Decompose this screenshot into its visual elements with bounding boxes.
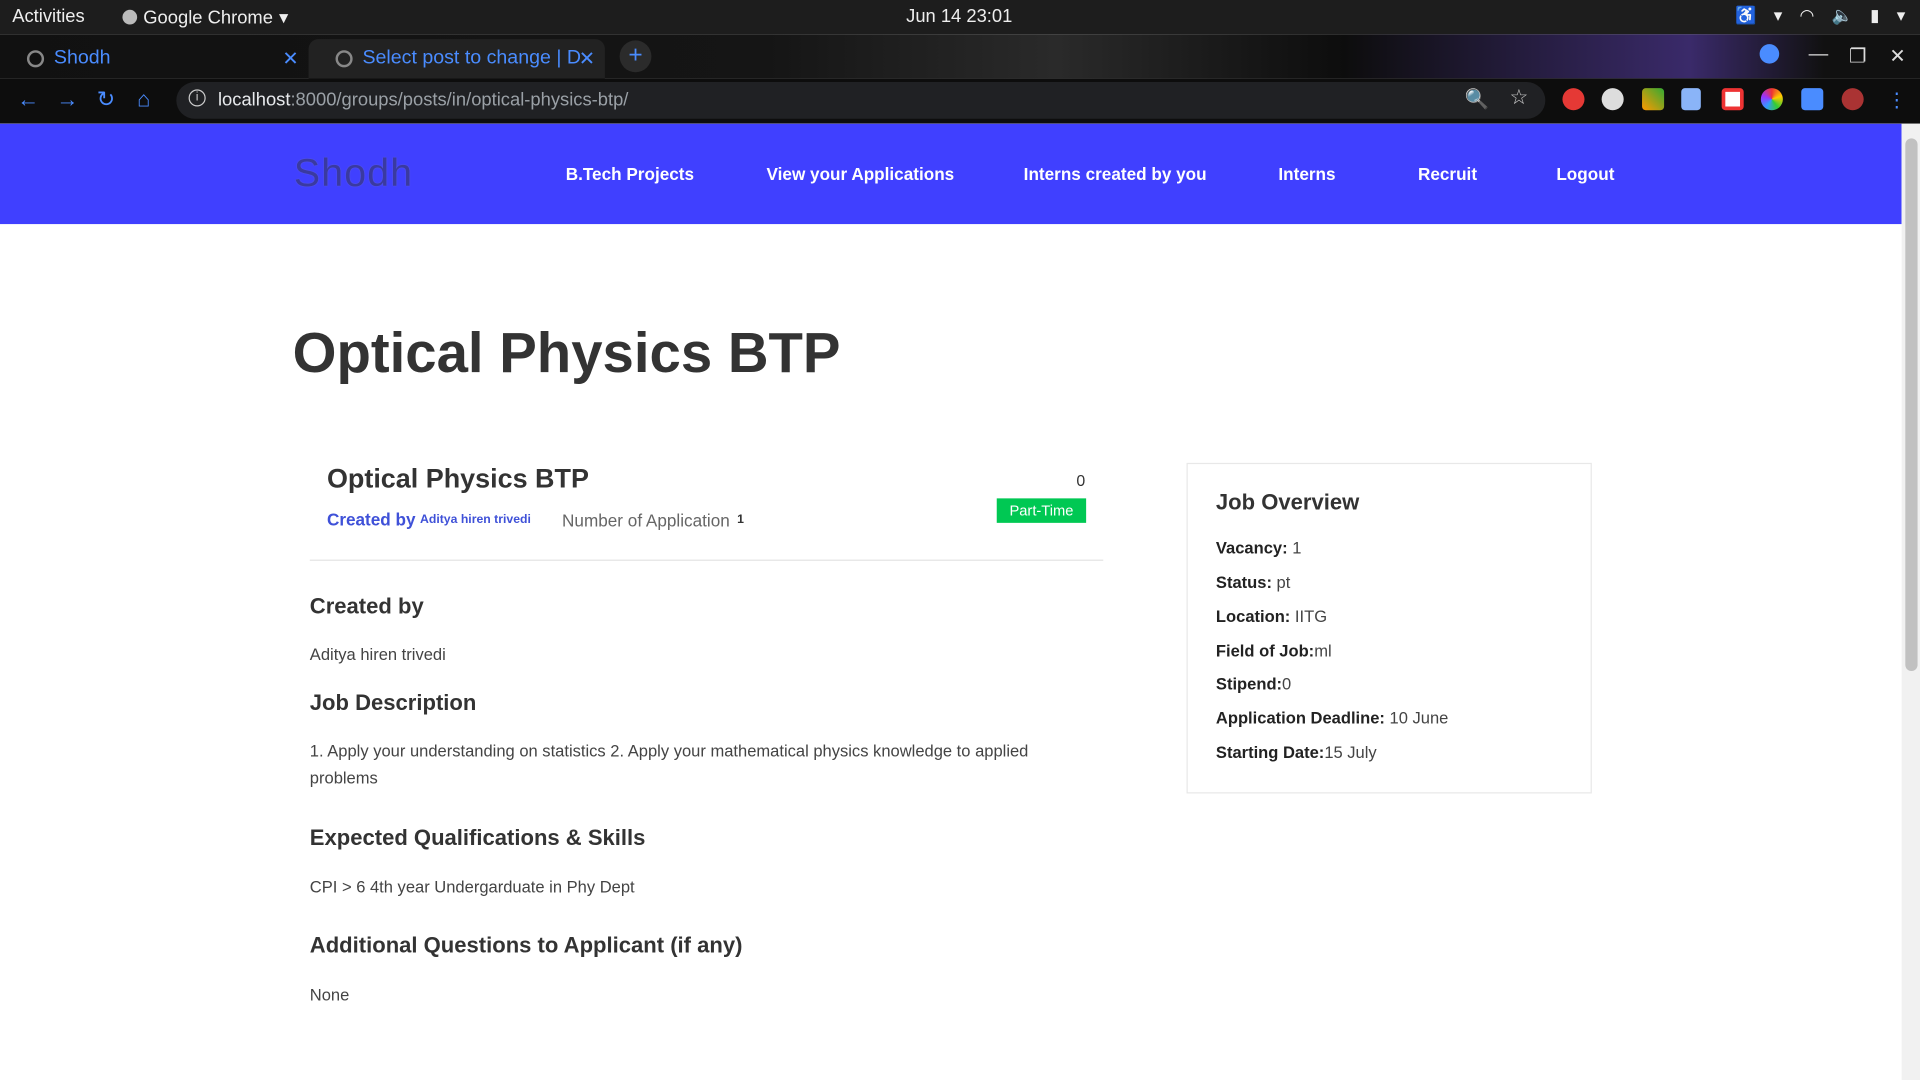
browser-toolbar: ← → ↻ ⌂ i localhost:8000/groups/posts/in… bbox=[0, 78, 1920, 124]
nav-logout[interactable]: Logout bbox=[1556, 164, 1614, 184]
overview-row-start-date: Starting Date:15 July bbox=[1215, 743, 1377, 762]
url-text[interactable]: localhost:8000/groups/posts/in/optical-p… bbox=[218, 89, 628, 110]
nav-interns-created[interactable]: Interns created by you bbox=[1024, 164, 1207, 184]
section-body-qualifications: CPI > 6 4th year Undergarduate in Phy De… bbox=[309, 877, 635, 897]
site-navbar: Shodh B.Tech Projects View your Applicat… bbox=[0, 123, 1902, 225]
system-top-bar: Activities Google Chrome ▾ Jun 14 23:01 … bbox=[0, 0, 1920, 35]
section-body-created-by: Aditya hiren trivedi bbox=[309, 645, 446, 664]
bookmark-star-icon[interactable]: ☆ bbox=[1510, 86, 1529, 110]
overview-row-field: Field of Job:ml bbox=[1215, 641, 1332, 661]
close-window-icon[interactable]: ✕ bbox=[1889, 44, 1905, 68]
forward-icon[interactable]: → bbox=[56, 87, 78, 113]
minimize-icon[interactable]: — bbox=[1809, 44, 1829, 66]
clock[interactable]: Jun 14 23:01 bbox=[906, 6, 1012, 27]
app-menu-label: Google Chrome bbox=[143, 6, 273, 28]
extension-chart-icon[interactable] bbox=[1681, 88, 1701, 111]
globe-icon bbox=[26, 50, 45, 68]
globe-icon bbox=[335, 50, 353, 68]
kebab-menu-icon[interactable]: ⋮ bbox=[1887, 88, 1907, 112]
section-heading-additional-questions: Additional Questions to Applicant (if an… bbox=[309, 933, 743, 958]
section-heading-qualifications: Expected Qualifications & Skills bbox=[309, 825, 646, 850]
system-tray[interactable]: ♿ ▾ ◠ 🔈 ▮ ▾ bbox=[1735, 5, 1905, 26]
page-content: Shodh B.Tech Projects View your Applicat… bbox=[0, 123, 1902, 1080]
nav-interns[interactable]: Interns bbox=[1278, 164, 1335, 184]
accessibility-icon[interactable]: ♿ bbox=[1735, 5, 1756, 26]
tab-label: Shodh bbox=[53, 47, 111, 69]
overview-row-vacancy: Vacancy: 1 bbox=[1215, 538, 1302, 558]
extension-adblock-icon[interactable] bbox=[1562, 88, 1585, 111]
app-menu[interactable]: Google Chrome ▾ bbox=[122, 6, 288, 28]
page-title: Optical Physics BTP bbox=[292, 320, 841, 385]
tab-shodh[interactable]: Shodh ✕ bbox=[0, 39, 309, 78]
num-applications-label: Number of Application bbox=[562, 510, 730, 531]
job-title: Optical Physics BTP bbox=[326, 462, 589, 494]
overview-row-deadline: Application Deadline: 10 June bbox=[1215, 708, 1449, 728]
zoom-icon[interactable]: 🔍 bbox=[1465, 87, 1489, 111]
page-scrollbar[interactable] bbox=[1901, 123, 1920, 1080]
job-summary-card: Optical Physics BTP Created by Aditya hi… bbox=[309, 448, 1104, 561]
num-applications-value: 1 bbox=[737, 513, 744, 527]
scrollbar-thumb[interactable] bbox=[1905, 138, 1918, 672]
home-icon[interactable]: ⌂ bbox=[137, 87, 150, 113]
overview-row-status: Status: pt bbox=[1215, 573, 1291, 592]
avatar[interactable] bbox=[1841, 88, 1864, 111]
profile-sync-icon[interactable] bbox=[1759, 44, 1780, 64]
volume-icon[interactable]: 🔈 bbox=[1832, 5, 1853, 26]
reload-icon[interactable]: ↻ bbox=[97, 87, 115, 113]
address-bar[interactable]: i localhost:8000/groups/posts/in/optical… bbox=[176, 82, 1546, 119]
section-body-additional-questions: None bbox=[309, 985, 350, 1005]
chevron-down-icon: ▾ bbox=[1773, 4, 1783, 25]
job-type-badge: Part-Time bbox=[996, 498, 1087, 523]
extension-pencil-icon[interactable] bbox=[1642, 88, 1665, 111]
wifi-icon[interactable]: ◠ bbox=[1800, 5, 1815, 26]
site-logo[interactable]: Shodh bbox=[294, 151, 413, 196]
chevron-down-icon: ▾ bbox=[1896, 4, 1906, 25]
tab-django-admin[interactable]: Select post to change | Dj ✕ bbox=[308, 39, 605, 79]
activities-button[interactable]: Activities bbox=[12, 6, 84, 27]
extension-bulb-icon[interactable] bbox=[1601, 88, 1624, 111]
section-body-job-description: 1. Apply your understanding on statistic… bbox=[309, 742, 1029, 788]
restore-icon[interactable]: ❐ bbox=[1849, 44, 1867, 68]
nav-recruit[interactable]: Recruit bbox=[1418, 164, 1477, 184]
job-overview-panel: Job Overview Vacancy: 1 Status: pt Locat… bbox=[1186, 462, 1592, 794]
job-overview-heading: Job Overview bbox=[1215, 489, 1360, 515]
overview-row-stipend: Stipend:0 bbox=[1215, 674, 1292, 694]
count-value: 0 bbox=[1076, 471, 1086, 490]
battery-icon[interactable]: ▮ bbox=[1870, 5, 1879, 26]
chevron-down-icon: ▾ bbox=[279, 7, 289, 29]
info-icon[interactable]: i bbox=[188, 89, 206, 107]
chrome-icon bbox=[122, 9, 138, 25]
nav-view-applications[interactable]: View your Applications bbox=[767, 164, 955, 184]
extension-square-icon[interactable] bbox=[1721, 88, 1744, 111]
section-heading-created-by: Created by bbox=[309, 593, 424, 619]
section-heading-job-description: Job Description bbox=[309, 690, 477, 716]
created-by-name[interactable]: Aditya hiren trivedi bbox=[420, 513, 531, 526]
new-tab-button[interactable]: + bbox=[619, 40, 652, 73]
created-by-label: Created by bbox=[326, 509, 416, 529]
tab-label: Select post to change | Dj bbox=[362, 47, 581, 69]
extension-color-icon[interactable] bbox=[1760, 88, 1783, 111]
close-icon[interactable]: ✕ bbox=[282, 47, 298, 71]
close-icon[interactable]: ✕ bbox=[579, 47, 595, 71]
extensions-puzzle-icon[interactable] bbox=[1801, 88, 1824, 111]
nav-btech-projects[interactable]: B.Tech Projects bbox=[566, 164, 694, 184]
back-icon[interactable]: ← bbox=[17, 87, 39, 113]
overview-row-location: Location: IITG bbox=[1215, 607, 1328, 626]
